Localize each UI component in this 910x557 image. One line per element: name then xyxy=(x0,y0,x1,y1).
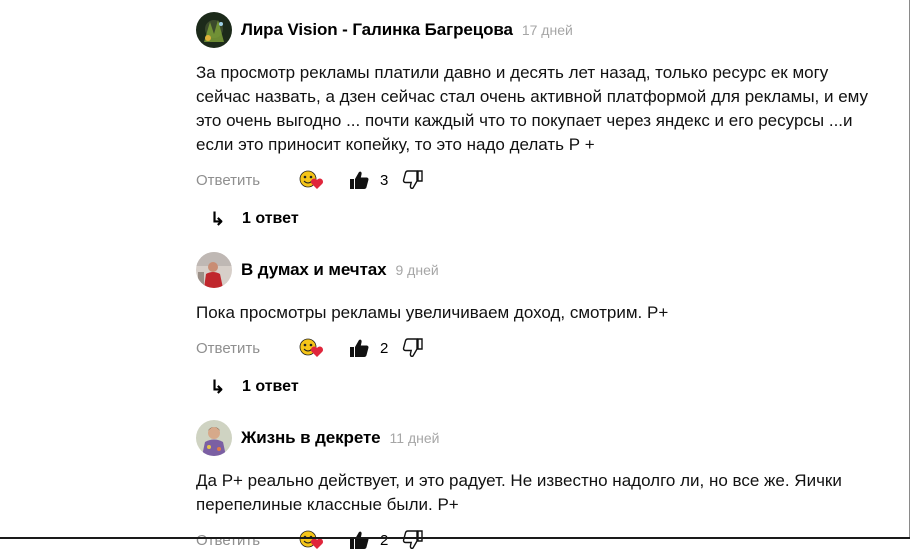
reply-arrow-icon: ↳ xyxy=(210,208,226,229)
avatar[interactable] xyxy=(196,420,232,456)
avatar[interactable] xyxy=(196,252,232,288)
avatar[interactable] xyxy=(196,12,232,48)
reactions-emoji-icon[interactable] xyxy=(298,168,326,192)
reactions-emoji-icon[interactable] xyxy=(298,528,326,552)
comment-text: Да Р+ реально действует, и это радует. Н… xyxy=(196,471,842,514)
comment-header: Лира Vision - Галинка Багрецова 17 дней xyxy=(196,12,876,48)
author-name[interactable]: В думах и мечтах xyxy=(241,260,387,280)
reply-button[interactable]: Ответить xyxy=(196,532,298,549)
comment-item: Лира Vision - Галинка Багрецова 17 дней … xyxy=(196,12,876,231)
comment-header: Жизнь в декрете 11 дней xyxy=(196,420,876,456)
replies-count: 1 ответ xyxy=(242,378,299,395)
comment-item: В думах и мечтах 9 дней Пока просмотры р… xyxy=(196,252,876,399)
comment-item: Жизнь в декрете 11 дней Да Р+ реально де… xyxy=(196,420,876,553)
comment-text: За просмотр рекламы платили давно и деся… xyxy=(196,63,869,154)
comment-age: 11 дней xyxy=(389,430,440,446)
like-count: 2 xyxy=(380,339,389,357)
thumbs-down-icon[interactable] xyxy=(402,529,424,551)
reply-button[interactable]: Ответить xyxy=(196,340,298,357)
reactions-emoji-icon[interactable] xyxy=(298,336,326,360)
show-replies-button[interactable]: ↳ 1 ответ xyxy=(210,375,876,399)
comment-age: 17 дней xyxy=(521,22,573,38)
like-count: 3 xyxy=(380,171,389,189)
show-replies-button[interactable]: ↳ 1 ответ xyxy=(210,207,876,231)
thumbs-down-icon[interactable] xyxy=(402,337,424,359)
thumbs-up-icon[interactable] xyxy=(348,169,370,191)
comment-age: 9 дней xyxy=(395,262,439,278)
comment-actions: Ответить 2 xyxy=(196,335,876,361)
thumbs-up-icon[interactable] xyxy=(348,529,370,551)
replies-count: 1 ответ xyxy=(242,210,299,227)
comment-actions: Ответить 3 xyxy=(196,167,876,193)
reply-button[interactable]: Ответить xyxy=(196,172,298,189)
comment-text: Пока просмотры рекламы увеличиваем доход… xyxy=(196,303,669,322)
comment-actions: Ответить 2 xyxy=(196,527,876,553)
comment-header: В думах и мечтах 9 дней xyxy=(196,252,876,288)
like-count: 2 xyxy=(380,531,389,549)
thumbs-up-icon[interactable] xyxy=(348,337,370,359)
thumbs-down-icon[interactable] xyxy=(402,169,424,191)
author-name[interactable]: Лира Vision - Галинка Багрецова xyxy=(241,20,513,40)
reply-arrow-icon: ↳ xyxy=(210,376,226,397)
author-name[interactable]: Жизнь в декрете xyxy=(241,428,381,448)
